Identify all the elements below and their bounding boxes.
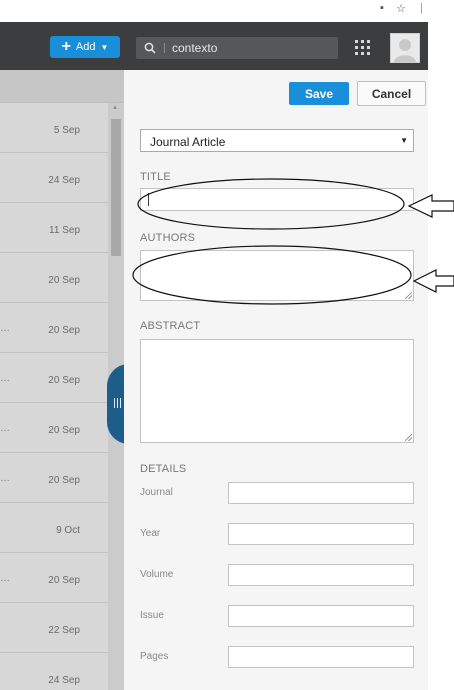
details-label: DETAILS [140, 463, 187, 475]
list-item-date: 11 Sep [49, 225, 80, 236]
truncated-title-ellipsis: … [0, 473, 11, 484]
truncated-title-ellipsis: … [0, 373, 11, 384]
app-header: + Add ▼ [0, 22, 428, 70]
list-item[interactable]: … 20 Sep [0, 303, 108, 353]
list-item-date: 5 Sep [53, 125, 80, 136]
issue-label: Issue [140, 610, 164, 621]
journal-field[interactable] [228, 482, 414, 504]
pages-label: Pages [140, 651, 169, 662]
apps-grid-icon[interactable] [355, 40, 370, 55]
star-icon[interactable]: ☆ [396, 2, 406, 15]
truncated-title-ellipsis: … [0, 423, 11, 434]
add-button-label: Add [75, 41, 96, 53]
save-button[interactable]: Save [289, 82, 349, 105]
document-list: 5 Sep 24 Sep 11 Sep 20 Sep … 20 Sep … 20 Sep … 20… [0, 70, 124, 690]
volume-field[interactable] [228, 564, 414, 586]
list-item-date: 20 Sep [48, 425, 80, 436]
avatar[interactable] [390, 33, 420, 63]
year-label: Year [140, 528, 161, 539]
authors-field[interactable] [140, 250, 414, 301]
truncated-title-ellipsis: … [0, 323, 11, 334]
add-button[interactable]: + Add ▼ [50, 36, 120, 58]
title-field[interactable] [140, 188, 414, 211]
search-separator [164, 43, 165, 53]
cancel-button[interactable]: Cancel [357, 81, 426, 106]
list-item-date: 20 Sep [48, 375, 80, 386]
list-rows: 5 Sep 24 Sep 11 Sep 20 Sep … 20 Sep … 20 Sep … 20… [0, 103, 108, 690]
chevron-down-icon: ▼ [400, 136, 408, 145]
list-item[interactable]: 11 Sep [0, 203, 108, 253]
resize-handle-icon[interactable] [405, 292, 412, 299]
abstract-label: ABSTRACT [140, 320, 201, 332]
list-header [0, 70, 124, 103]
search-input[interactable] [172, 41, 312, 55]
year-field[interactable] [228, 523, 414, 545]
search-icon [144, 42, 156, 54]
search-box[interactable] [136, 37, 338, 59]
scrollbar-thumb[interactable] [111, 119, 121, 256]
volume-label: Volume [140, 569, 174, 580]
journal-label: Journal [140, 487, 173, 498]
list-item-date: 20 Sep [48, 475, 80, 486]
list-item[interactable]: 24 Sep [0, 653, 108, 690]
user-icon [394, 39, 416, 62]
list-item-date: 24 Sep [48, 175, 80, 186]
authors-label: AUTHORS [140, 232, 196, 244]
list-item[interactable]: 9 Oct [0, 503, 108, 553]
list-item[interactable]: 5 Sep [0, 103, 108, 153]
minimize-icon[interactable]: ▪ [380, 2, 384, 14]
list-item-date: 24 Sep [48, 675, 80, 686]
divider: | [420, 2, 423, 14]
list-item[interactable]: … 20 Sep [0, 353, 108, 403]
truncated-title-ellipsis: … [0, 573, 11, 584]
pages-field[interactable] [228, 646, 414, 668]
issue-field[interactable] [228, 605, 414, 627]
title-label: TITLE [140, 171, 171, 183]
list-item[interactable]: … 20 Sep [0, 553, 108, 603]
list-item[interactable]: 22 Sep [0, 603, 108, 653]
panel-handle-icon [114, 398, 122, 408]
list-item-date: 20 Sep [48, 575, 80, 586]
list-item-date: 9 Oct [56, 525, 80, 536]
list-item[interactable]: … 20 Sep [0, 403, 108, 453]
text-cursor [148, 193, 149, 206]
details-panel: Save Cancel Journal Article ▼ TITLE AUTH… [124, 70, 428, 690]
list-item[interactable]: … 20 Sep [0, 453, 108, 503]
window-edge [428, 22, 454, 690]
list-item[interactable]: 20 Sep [0, 253, 108, 303]
list-item-date: 20 Sep [48, 325, 80, 336]
document-type-select[interactable]: Journal Article ▼ [140, 129, 414, 152]
document-type-value: Journal Article [150, 135, 226, 149]
resize-handle-icon[interactable] [405, 434, 412, 441]
chevron-down-icon: ▼ [100, 42, 109, 52]
list-item-date: 22 Sep [48, 625, 80, 636]
scroll-up-icon[interactable]: ▲ [112, 105, 118, 111]
abstract-field[interactable] [140, 339, 414, 443]
browser-strip: ▪ ☆ | [0, 0, 454, 22]
list-item-date: 20 Sep [48, 275, 80, 286]
plus-icon: + [61, 38, 71, 55]
list-item[interactable]: 24 Sep [0, 153, 108, 203]
